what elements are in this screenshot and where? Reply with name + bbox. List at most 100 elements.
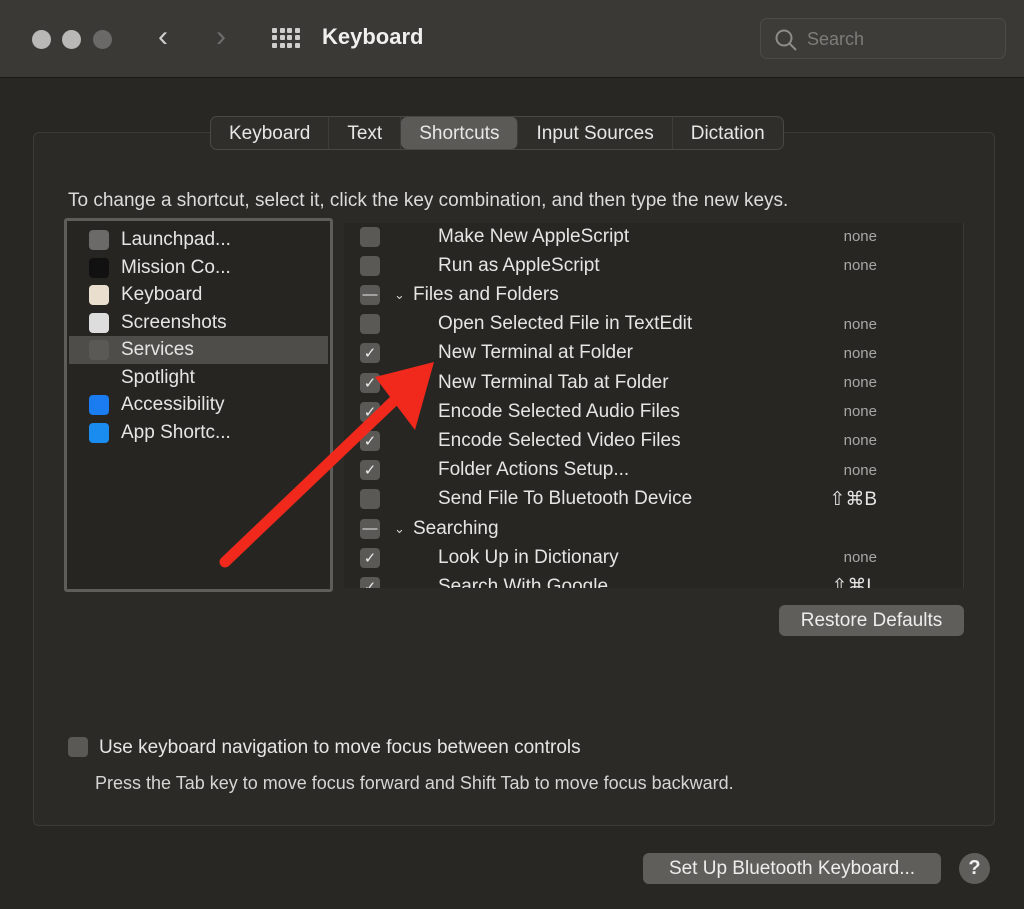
shortcut-row[interactable]: Run as AppleScript none bbox=[344, 251, 963, 280]
shortcut-keys[interactable]: none bbox=[844, 432, 877, 449]
section-row[interactable]: — ⌄ Searching bbox=[344, 514, 963, 543]
shortcut-row[interactable]: Open Selected File in TextEdit none bbox=[344, 310, 963, 339]
shortcut-row[interactable]: Make New AppleScript none bbox=[344, 223, 963, 251]
accessibility-icon bbox=[89, 395, 109, 415]
screenshot-icon bbox=[89, 312, 109, 333]
category-label: Services bbox=[121, 339, 194, 360]
minimize-button[interactable] bbox=[62, 30, 81, 49]
category-item[interactable]: Mission Co... bbox=[69, 254, 328, 282]
category-item[interactable]: Keyboard bbox=[69, 281, 328, 309]
app-store-icon bbox=[89, 422, 109, 443]
keyboard-navigation-checkbox[interactable] bbox=[68, 737, 88, 757]
tab-dictation[interactable]: Dictation bbox=[673, 117, 783, 149]
enable-checkbox[interactable]: ✓ bbox=[360, 547, 380, 568]
shortcut-label: Run as AppleScript bbox=[438, 254, 600, 276]
keyboard-navigation-label: Use keyboard navigation to move focus be… bbox=[99, 737, 581, 758]
mission-control-icon bbox=[89, 257, 109, 278]
category-label: Mission Co... bbox=[121, 256, 231, 278]
enable-checkbox[interactable]: — bbox=[360, 284, 380, 305]
chevron-down-icon[interactable]: ⌄ bbox=[394, 521, 405, 537]
gear-icon bbox=[89, 340, 109, 360]
window-title: Keyboard bbox=[322, 24, 424, 49]
shortcut-keys[interactable]: ⇧⌘L bbox=[832, 575, 878, 588]
shortcut-keys[interactable]: none bbox=[844, 374, 877, 391]
search-input[interactable]: Search bbox=[760, 18, 1006, 59]
category-item[interactable]: Accessibility bbox=[69, 391, 328, 419]
shortcut-label: Send File To Bluetooth Device bbox=[438, 488, 693, 510]
shortcut-keys[interactable]: ⇧⌘B bbox=[829, 488, 877, 511]
shortcut-label: Search With Google bbox=[438, 575, 609, 588]
close-button[interactable] bbox=[32, 30, 51, 49]
shortcut-keys[interactable]: none bbox=[844, 345, 877, 362]
category-item[interactable]: Launchpad... bbox=[69, 226, 328, 254]
restore-defaults-button[interactable]: Restore Defaults bbox=[779, 605, 964, 636]
category-label: Accessibility bbox=[121, 394, 225, 415]
tab-keyboard[interactable]: Keyboard bbox=[211, 117, 330, 149]
title-bar: ‹ › Keyboard Search bbox=[0, 0, 1024, 78]
enable-checkbox[interactable] bbox=[360, 489, 380, 510]
shortcut-keys[interactable]: none bbox=[844, 257, 877, 274]
keyboard-icon bbox=[89, 285, 109, 305]
enable-checkbox[interactable]: ✓ bbox=[360, 430, 380, 451]
shortcut-row[interactable]: Send File To Bluetooth Device ⇧⌘B bbox=[344, 485, 963, 514]
show-all-grid-icon[interactable] bbox=[272, 28, 300, 48]
help-button[interactable]: ? bbox=[959, 853, 990, 884]
forward-button[interactable]: › bbox=[216, 20, 226, 54]
shortcut-row[interactable]: ✓ Encode Selected Video Files none bbox=[344, 426, 963, 455]
enable-checkbox[interactable] bbox=[360, 314, 380, 335]
enable-checkbox[interactable]: ✓ bbox=[360, 401, 380, 422]
section-row[interactable]: — ⌄ Files and Folders bbox=[344, 280, 963, 309]
category-item[interactable]: Services bbox=[69, 336, 328, 364]
tab-bar: Keyboard Text Shortcuts Input Sources Di… bbox=[210, 116, 784, 150]
shortcut-label: New Terminal at Folder bbox=[438, 342, 634, 364]
set-up-bluetooth-keyboard-button[interactable]: Set Up Bluetooth Keyboard... bbox=[643, 853, 941, 884]
category-label: App Shortc... bbox=[121, 421, 231, 443]
shortcut-label: Searching bbox=[413, 517, 499, 539]
shortcut-label: Look Up in Dictionary bbox=[438, 546, 619, 568]
enable-checkbox[interactable] bbox=[360, 226, 380, 247]
keyboard-navigation-hint: Press the Tab key to move focus forward … bbox=[95, 773, 734, 793]
shortcut-label: New Terminal Tab at Folder bbox=[438, 371, 669, 393]
shortcut-keys[interactable]: none bbox=[844, 316, 877, 333]
shortcut-label: Folder Actions Setup... bbox=[438, 459, 630, 481]
enable-checkbox[interactable]: ✓ bbox=[360, 343, 380, 364]
shortcut-row[interactable]: ✓ Look Up in Dictionary none bbox=[344, 543, 963, 572]
category-label: Spotlight bbox=[121, 366, 195, 388]
shortcut-keys[interactable]: none bbox=[844, 549, 877, 566]
category-list[interactable]: Launchpad... Mission Co... Keyboard Screens… bbox=[64, 218, 333, 592]
shortcut-label: Make New AppleScript bbox=[438, 225, 630, 247]
category-item[interactable]: Spotlight bbox=[69, 364, 328, 392]
shortcut-row[interactable]: ✓ New Terminal at Folder none bbox=[344, 339, 963, 368]
launchpad-icon bbox=[89, 230, 109, 250]
shortcut-label: Open Selected File in TextEdit bbox=[438, 313, 693, 335]
enable-checkbox[interactable]: ✓ bbox=[360, 372, 380, 393]
shortcut-row[interactable]: ✓ New Terminal Tab at Folder none bbox=[344, 368, 963, 397]
shortcut-row[interactable]: ✓ Folder Actions Setup... none bbox=[344, 456, 963, 485]
enable-checkbox[interactable]: ✓ bbox=[360, 460, 380, 481]
search-icon bbox=[775, 29, 797, 51]
tab-input-sources[interactable]: Input Sources bbox=[518, 117, 673, 149]
shortcut-label: Encode Selected Video Files bbox=[438, 429, 681, 451]
zoom-button[interactable] bbox=[93, 30, 112, 49]
shortcut-keys[interactable]: none bbox=[844, 462, 877, 479]
category-item[interactable]: Screenshots bbox=[69, 309, 328, 337]
chevron-down-icon[interactable]: ⌄ bbox=[394, 287, 405, 303]
shortcut-label: Files and Folders bbox=[413, 283, 559, 305]
category-label: Screenshots bbox=[121, 311, 227, 333]
tab-shortcuts[interactable]: Shortcuts bbox=[401, 117, 519, 149]
tab-text[interactable]: Text bbox=[329, 117, 402, 149]
magnifier-icon bbox=[89, 368, 109, 388]
shortcut-label: Encode Selected Audio Files bbox=[438, 400, 680, 422]
shortcut-row[interactable]: ✓ Search With Google ⇧⌘L bbox=[344, 572, 963, 588]
shortcut-keys[interactable]: none bbox=[844, 403, 877, 420]
category-item[interactable]: App Shortc... bbox=[69, 419, 328, 447]
enable-checkbox[interactable]: ✓ bbox=[360, 576, 380, 588]
back-button[interactable]: ‹ bbox=[158, 20, 168, 54]
enable-checkbox[interactable]: — bbox=[360, 518, 380, 539]
instructions: To change a shortcut, select it, click t… bbox=[68, 190, 789, 211]
shortcut-list[interactable]: Make New AppleScript none Run as AppleScri… bbox=[344, 223, 964, 588]
shortcut-row[interactable]: ✓ Encode Selected Audio Files none bbox=[344, 397, 963, 426]
category-label: Launchpad... bbox=[121, 229, 231, 250]
shortcut-keys[interactable]: none bbox=[844, 228, 877, 245]
enable-checkbox[interactable] bbox=[360, 255, 380, 276]
